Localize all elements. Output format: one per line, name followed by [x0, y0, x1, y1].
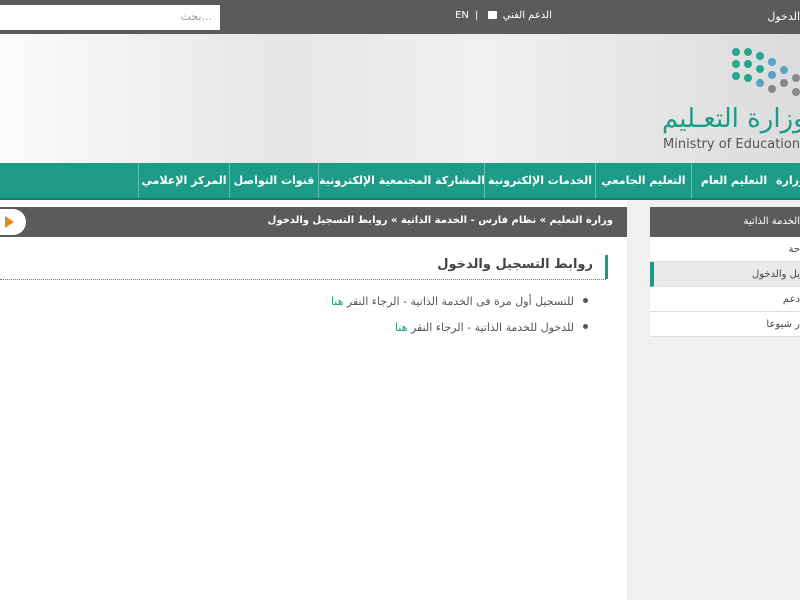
nav-item-higher-education[interactable]: التعليم الجامعي — [595, 163, 691, 198]
nav-item-community-participation[interactable]: المشاركة المجتمعية الإلكترونية — [318, 163, 484, 198]
sidebar-item-faq[interactable]: ر شيوعا — [650, 312, 800, 337]
separator: | — [475, 10, 479, 21]
bullet-icon — [583, 324, 588, 329]
breadcrumb: وزارة التعليم » نظام فارس - الخدمة الذات… — [267, 215, 613, 226]
nav-item-e-services[interactable]: الخدمات الإلكترونية — [484, 163, 595, 198]
sidebar-item-registration-login[interactable]: يل والدخول — [650, 262, 800, 287]
nav-item-media-center[interactable]: المركز الإعلامي — [138, 163, 229, 198]
search-placeholder: بحث... — [180, 10, 212, 23]
title-accent-bar — [605, 255, 608, 279]
language-link[interactable]: EN — [455, 10, 469, 21]
bullet-icon — [583, 298, 588, 303]
support-link[interactable]: الدعم الفني — [503, 10, 552, 21]
register-here-link[interactable]: هنا — [331, 295, 343, 308]
login-here-link[interactable]: هنا — [395, 321, 407, 334]
sidebar-item-support[interactable]: دعم — [650, 287, 800, 312]
list-item-login: للدخول للخدمة الذاتية - الرجاء النقر هنا — [395, 321, 574, 334]
logo-arabic-text: وزارة التعـليم — [662, 104, 800, 134]
nav-item-communication-channels[interactable]: قنوات التواصل — [229, 163, 318, 198]
list-item-register: للتسجيل أول مرة فى الخدمة الذاتية - الرج… — [331, 295, 574, 308]
monitor-icon — [487, 11, 497, 19]
play-arrow-icon[interactable] — [0, 209, 26, 235]
list-item-text: للدخول للخدمة الذاتية - الرجاء النقر — [407, 321, 574, 334]
nav-item-general-education[interactable]: التعليم العام — [691, 163, 776, 198]
logo-english-text: Ministry of Education — [663, 137, 800, 152]
list-item-text: للتسجيل أول مرة فى الخدمة الذاتية - الرج… — [343, 295, 574, 308]
sidebar-item-home[interactable]: حة — [650, 237, 800, 262]
nav-item-ministry[interactable]: وزارة — [776, 163, 800, 198]
login-link[interactable]: الدخول — [767, 10, 800, 23]
content-panel: روابط التسجيل والدخول للتسجيل أول مرة فى… — [0, 237, 627, 600]
search-input[interactable]: بحث... — [0, 5, 220, 30]
sidebar-title: الخدمة الذاتية — [650, 207, 800, 237]
top-bar: بحث... الدعم الفني | EN الدخول — [0, 0, 800, 34]
top-links: الدعم الفني | EN — [455, 10, 552, 21]
header-banner: وزارة التعـليم Ministry of Education — [0, 34, 800, 163]
page-title: روابط التسجيل والدخول — [437, 257, 593, 272]
main-nav: وزارة التعليم العام التعليم الجامعي الخد… — [0, 163, 800, 200]
title-divider — [0, 279, 606, 280]
